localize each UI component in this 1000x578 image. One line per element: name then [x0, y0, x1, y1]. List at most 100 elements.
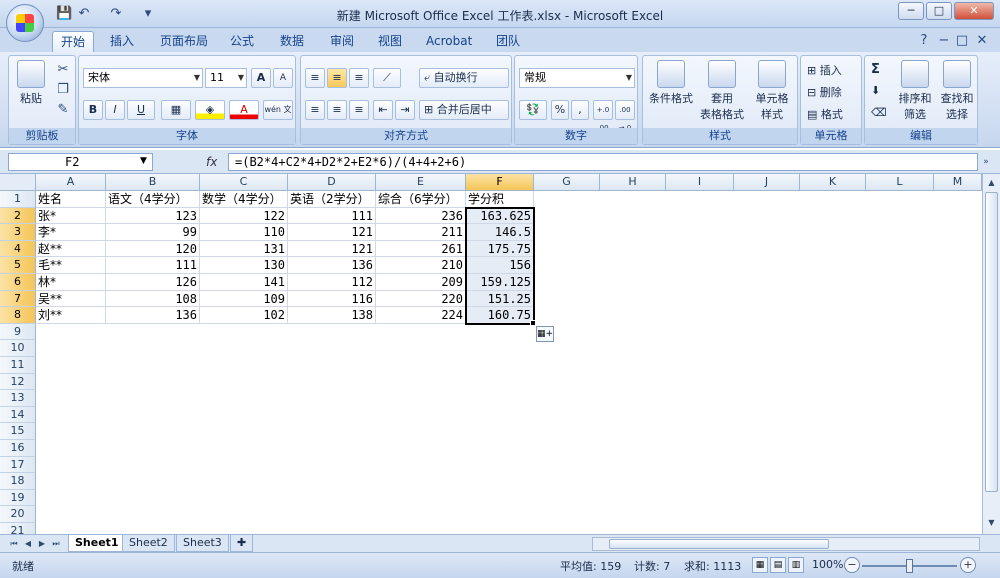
- align-middle-button[interactable]: ≡: [327, 68, 347, 88]
- help-icon[interactable]: ?: [916, 33, 932, 49]
- row-header-9[interactable]: 9: [0, 323, 36, 341]
- comma-button[interactable]: ,: [571, 100, 589, 120]
- row-header-4[interactable]: 4: [0, 240, 36, 258]
- page-break-view-icon[interactable]: ▥: [788, 557, 804, 573]
- row-header-14[interactable]: 14: [0, 406, 36, 424]
- vertical-scroll-thumb[interactable]: [985, 192, 998, 492]
- cell-c7[interactable]: 109: [200, 290, 288, 308]
- cell-f8[interactable]: 160.75: [466, 307, 534, 324]
- column-header-d[interactable]: D: [288, 174, 376, 191]
- cell-c8[interactable]: 102: [200, 307, 288, 324]
- cell-b4[interactable]: 120: [106, 240, 200, 258]
- underline-button[interactable]: U: [127, 100, 155, 120]
- cell-a8[interactable]: 刘**: [36, 307, 106, 324]
- cell-c6[interactable]: 141: [200, 274, 288, 291]
- cell-e7[interactable]: 220: [376, 290, 466, 308]
- row-header-17[interactable]: 17: [0, 456, 36, 474]
- number-format-combo[interactable]: 常规 ▼: [519, 68, 635, 88]
- cell-e8[interactable]: 224: [376, 307, 466, 324]
- wrap-text-button[interactable]: ⤶ 自动换行: [419, 68, 509, 88]
- font-size-combo[interactable]: 11 ▼: [205, 68, 247, 88]
- sheet-tab-sheet1[interactable]: Sheet1: [68, 535, 126, 552]
- fill-button[interactable]: ⬇: [871, 84, 880, 97]
- cell-styles-button[interactable]: 单元格 样式: [747, 60, 797, 122]
- grow-font-button[interactable]: A: [251, 68, 271, 88]
- formula-input[interactable]: =(B2*4+C2*4+D2*2+E2*6)/(4+4+2+6): [228, 153, 978, 171]
- cell-a1[interactable]: 姓名: [36, 191, 106, 208]
- vertical-scrollbar[interactable]: ▲ ▼: [982, 174, 1000, 534]
- clear-button[interactable]: ⌫: [871, 106, 887, 119]
- row-header-15[interactable]: 15: [0, 423, 36, 440]
- scroll-up-icon[interactable]: ▲: [985, 176, 998, 190]
- align-left-button[interactable]: ≡: [305, 100, 325, 120]
- ribbon-close-icon[interactable]: ✕: [974, 33, 990, 49]
- font-color-button[interactable]: A: [229, 100, 259, 120]
- tab-view[interactable]: 视图: [370, 31, 410, 52]
- name-box-dropdown-icon[interactable]: ▼: [140, 153, 147, 169]
- conditional-formatting-button[interactable]: 条件格式: [645, 60, 697, 106]
- zoom-level[interactable]: 100%: [812, 558, 843, 571]
- cell-e6[interactable]: 209: [376, 274, 466, 291]
- column-header-h[interactable]: H: [600, 174, 666, 191]
- cell-f7[interactable]: 151.25: [466, 290, 534, 308]
- fill-color-button[interactable]: ◈: [195, 100, 225, 120]
- row-header-7[interactable]: 7: [0, 290, 36, 308]
- cell-e2[interactable]: 236: [376, 207, 466, 225]
- cell-b6[interactable]: 126: [106, 274, 200, 291]
- cell-a5[interactable]: 毛**: [36, 257, 106, 274]
- column-header-l[interactable]: L: [866, 174, 934, 191]
- cell-e3[interactable]: 211: [376, 224, 466, 241]
- cell-d1[interactable]: 英语（2学分）: [288, 191, 376, 208]
- sheet-tab-sheet2[interactable]: Sheet2: [122, 535, 175, 552]
- cell-a2[interactable]: 张*: [36, 207, 106, 225]
- cell-c3[interactable]: 110: [200, 224, 288, 241]
- align-bottom-button[interactable]: ≡: [349, 68, 369, 88]
- borders-button[interactable]: ▦: [161, 100, 191, 120]
- row-header-3[interactable]: 3: [0, 224, 36, 241]
- cell-b2[interactable]: 123: [106, 207, 200, 225]
- cell-f2[interactable]: 163.625: [466, 207, 534, 225]
- copy-icon[interactable]: ❐: [55, 82, 71, 98]
- format-cells-button[interactable]: ▤ 格式: [807, 106, 843, 122]
- cell-f4[interactable]: 175.75: [466, 240, 534, 258]
- percent-button[interactable]: %: [551, 100, 569, 120]
- delete-cells-button[interactable]: ⊟ 删除: [807, 84, 842, 100]
- first-sheet-icon[interactable]: ⏮: [8, 537, 20, 551]
- currency-button[interactable]: 💱: [519, 100, 547, 120]
- column-header-f[interactable]: F: [466, 174, 534, 191]
- column-header-e[interactable]: E: [376, 174, 466, 191]
- column-header-g[interactable]: G: [534, 174, 600, 191]
- sort-filter-button[interactable]: 排序和 筛选: [895, 60, 935, 122]
- insert-cells-button[interactable]: ⊞ 插入: [807, 62, 842, 78]
- row-header-18[interactable]: 18: [0, 473, 36, 490]
- cell-a6[interactable]: 林*: [36, 274, 106, 291]
- cell-c5[interactable]: 130: [200, 257, 288, 274]
- normal-view-icon[interactable]: ▦: [752, 557, 768, 573]
- cell-b8[interactable]: 136: [106, 307, 200, 324]
- column-header-i[interactable]: I: [666, 174, 734, 191]
- cell-f3[interactable]: 146.5: [466, 224, 534, 241]
- tab-acrobat[interactable]: Acrobat: [418, 31, 480, 52]
- insert-sheet-icon[interactable]: ✚: [230, 535, 254, 552]
- cell-b5[interactable]: 111: [106, 257, 200, 274]
- name-box[interactable]: F2: [8, 153, 153, 171]
- autosum-button[interactable]: Σ: [871, 62, 880, 77]
- italic-button[interactable]: I: [105, 100, 125, 120]
- increase-indent-button[interactable]: ⇥: [395, 100, 415, 120]
- align-top-button[interactable]: ≡: [305, 68, 325, 88]
- cell-f1[interactable]: 学分积: [466, 191, 534, 208]
- shrink-font-button[interactable]: A: [273, 68, 293, 88]
- cell-f6[interactable]: 159.125: [466, 274, 534, 291]
- cell-a7[interactable]: 吴**: [36, 290, 106, 308]
- cut-icon[interactable]: ✂: [55, 62, 71, 78]
- tab-data[interactable]: 数据: [272, 31, 312, 52]
- cell-d3[interactable]: 121: [288, 224, 376, 241]
- row-header-11[interactable]: 11: [0, 357, 36, 374]
- row-header-13[interactable]: 13: [0, 390, 36, 407]
- cell-c4[interactable]: 131: [200, 240, 288, 258]
- orientation-button[interactable]: ⟋: [373, 68, 401, 88]
- row-header-16[interactable]: 16: [0, 440, 36, 457]
- column-header-m[interactable]: M: [934, 174, 982, 191]
- zoom-in-icon[interactable]: +: [960, 557, 976, 573]
- cell-a4[interactable]: 赵**: [36, 240, 106, 258]
